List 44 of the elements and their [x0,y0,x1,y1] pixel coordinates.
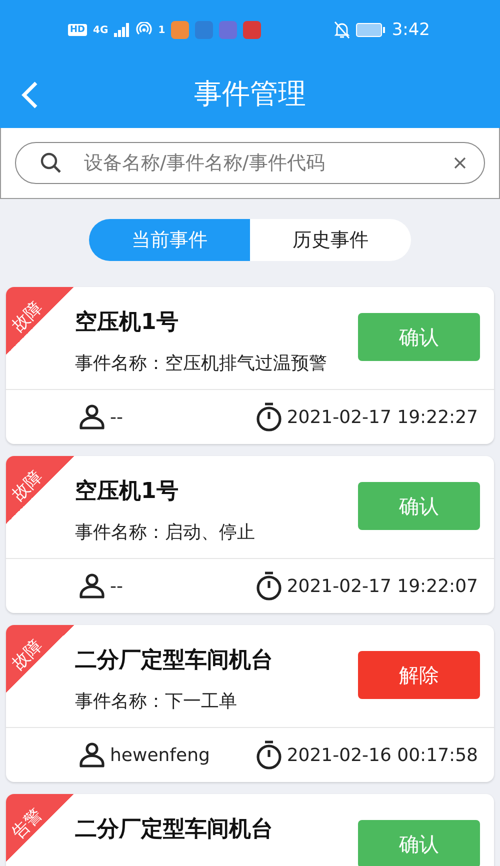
battery-icon [356,23,386,37]
action-button[interactable]: 确认 [358,820,480,866]
device-name: 空压机1号 [75,309,180,337]
app-icon [171,21,190,39]
stopwatch-icon [254,402,283,432]
device-name: 空压机1号 [75,478,180,506]
bell-muted-icon [334,21,350,39]
tag-label: 故障 [7,296,48,337]
event-tab[interactable]: 当前事件 [89,219,250,261]
user-name: -- [110,576,123,596]
action-button[interactable]: 解除 [358,651,480,699]
signal-icon [114,23,130,37]
tag-label: 故障 [7,634,48,675]
stopwatch-icon [254,740,283,770]
user-icon [78,404,106,430]
action-button[interactable]: 确认 [358,313,480,361]
app-icon [243,21,262,39]
device-name: 二分厂定型车间机台 [75,816,274,844]
user-icon [78,742,106,768]
network-label: 4G [93,24,108,36]
clear-icon[interactable] [454,157,466,169]
event-time: 2021-02-17 19:22:27 [286,406,478,428]
clock-time: 3:42 [392,20,430,40]
device-name: 二分厂定型车间机台 [75,646,274,675]
event-name: 事件名称：下一工单 [75,690,238,713]
event-name: 事件名称：启动、停止 [75,521,256,544]
tag-label: 故障 [7,466,48,506]
event-name: 事件名称：空压机排气过温预警 [75,352,328,375]
search-field[interactable]: 设备名称/事件名称/事件代码 [15,142,485,184]
hotspot-count: 1 [158,24,166,36]
event-tab[interactable]: 历史事件 [250,219,411,261]
app-icon [195,21,214,39]
search-icon [40,152,62,174]
user-name: hewenfeng [110,744,210,766]
action-button[interactable]: 确认 [358,482,480,530]
app-icon [219,21,238,39]
event-time: 2021-02-17 19:22:07 [286,576,478,596]
page-title: 事件管理 [194,76,306,112]
hd-indicator: HD [68,24,88,36]
tag-label: 告警 [7,804,48,844]
user-name: -- [110,406,123,428]
user-icon [78,573,106,599]
stopwatch-icon [254,571,283,601]
event-time: 2021-02-16 00:17:58 [286,744,478,766]
